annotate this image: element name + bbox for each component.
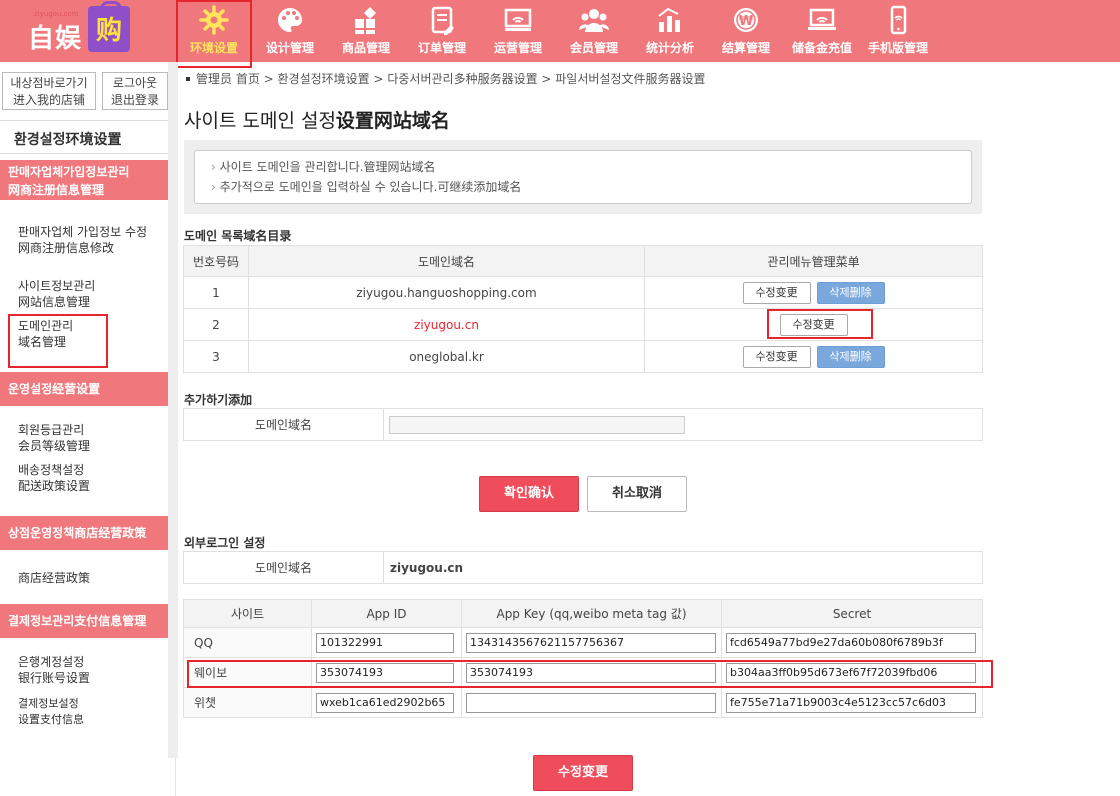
table-row: 1 ziyugou.hanguoshopping.com 수정变更 삭제删除 bbox=[183, 276, 983, 309]
breadcrumb: 管理员 首页 > 환경설정环境设置 > 다중서버관리多种服务器设置 > 파일서버… bbox=[186, 70, 706, 87]
row-number: 1 bbox=[183, 276, 249, 309]
svg-text:₩: ₩ bbox=[739, 14, 754, 29]
app-id-input[interactable] bbox=[316, 632, 454, 653]
domain-list-label: 도메인 목록域名目录 bbox=[184, 229, 292, 243]
info-panel: 사이트 도메인을 관리합니다.管理网站域名 추가적으로 도메인을 입력하실 수 … bbox=[184, 140, 982, 214]
go-to-store-button[interactable]: 내상점바로가기 进入我的店铺 bbox=[2, 72, 96, 110]
sidebar-item-site-info[interactable]: 사이트정보관리 网站信息管理 bbox=[18, 278, 158, 310]
domain-cell: oneglobal.kr bbox=[248, 340, 645, 373]
page-title: 사이트 도메인 설정设置网站域名 bbox=[184, 110, 450, 132]
app-key-input[interactable] bbox=[466, 632, 716, 653]
laptop-icon bbox=[808, 8, 836, 30]
main-nav: 环境设置 设计管理 商品管理 订单管理 运营管理 会员管理 统计分析 ₩ 结算管… bbox=[176, 0, 936, 68]
nav-orders[interactable]: 订单管理 bbox=[404, 0, 480, 62]
nav-reserve-topup[interactable]: 储备金充值 bbox=[784, 0, 860, 62]
highlight-box bbox=[767, 309, 873, 339]
nav-operations[interactable]: 运营管理 bbox=[480, 0, 556, 62]
chart-icon bbox=[658, 7, 680, 32]
external-login-table: 도메인域名 ziyugou.cn bbox=[183, 551, 983, 584]
gear-icon bbox=[199, 5, 229, 35]
site-name: QQ bbox=[183, 627, 312, 658]
column-header: App Key (qq,weibo meta tag 값) bbox=[461, 599, 722, 628]
logout-button[interactable]: 로그아웃 退出登录 bbox=[102, 72, 168, 110]
app-keys-table: 사이트 App ID App Key (qq,weibo meta tag 값)… bbox=[183, 599, 983, 718]
save-button[interactable]: 수정变更 bbox=[533, 755, 633, 791]
column-header: 관리메뉴管理菜单 bbox=[644, 245, 983, 277]
nav-statistics[interactable]: 统计分析 bbox=[632, 0, 708, 62]
delete-button[interactable]: 삭제删除 bbox=[816, 281, 885, 304]
logo[interactable]: ziyugou.com 自娱 购 bbox=[0, 0, 178, 62]
nav-design[interactable]: 设计管理 bbox=[252, 0, 328, 62]
sidebar-title: 환경설정环境设置 bbox=[0, 120, 168, 154]
members-icon bbox=[579, 9, 609, 32]
order-icon bbox=[431, 6, 454, 35]
site-name: 위챗 bbox=[183, 687, 312, 718]
confirm-button[interactable]: 확인确认 bbox=[479, 476, 579, 512]
monitor-icon bbox=[504, 8, 532, 31]
highlight-box bbox=[187, 660, 993, 688]
domain-cell: ziyugou.hanguoshopping.com bbox=[248, 276, 645, 309]
info-line: 사이트 도메인을 관리합니다.管理网站域名 bbox=[211, 157, 971, 177]
sidebar: 내상점바로가기 进入我的店铺 로그아웃 退出登录 환경설정环境设置 판매자업체가… bbox=[0, 62, 176, 796]
secret-input[interactable] bbox=[726, 632, 976, 653]
column-header: 번호号码 bbox=[183, 245, 249, 277]
app-key-input[interactable] bbox=[466, 692, 716, 713]
add-domain-label: 추가하기添加 bbox=[184, 393, 253, 407]
row-number: 2 bbox=[183, 308, 249, 341]
nav-settlement[interactable]: ₩ 结算管理 bbox=[708, 0, 784, 62]
delete-button[interactable]: 삭제删除 bbox=[816, 345, 885, 368]
nav-members[interactable]: 会员管理 bbox=[556, 0, 632, 62]
table-row: QQ bbox=[183, 627, 983, 658]
field-label: 도메인域名 bbox=[183, 408, 384, 441]
sidebar-item-bank-account[interactable]: 은행계정설정 银行账号设置 bbox=[18, 654, 158, 686]
sidebar-section-store-policy[interactable]: 상점운영정책商店经营政策 bbox=[0, 516, 168, 550]
sidebar-gutter bbox=[168, 62, 178, 758]
palette-icon bbox=[278, 8, 302, 32]
bullet-icon bbox=[186, 76, 190, 81]
column-header: Secret bbox=[721, 599, 983, 628]
phone-icon bbox=[890, 5, 907, 35]
won-icon: ₩ bbox=[734, 8, 758, 32]
info-line: 추가적으로 도메인을 입력하실 수 있습니다.可继续添加域名 bbox=[211, 177, 971, 197]
sidebar-item-shipping-policy[interactable]: 배송정책설정 配送政策设置 bbox=[18, 462, 158, 494]
column-header: 도메인域名 bbox=[248, 245, 645, 277]
nav-products[interactable]: 商品管理 bbox=[328, 0, 404, 62]
domain-cell: ziyugou.cn bbox=[248, 308, 645, 341]
cancel-button[interactable]: 취소取消 bbox=[587, 476, 687, 512]
add-domain-table: 도메인域名 bbox=[183, 408, 983, 441]
table-row: 위챗 bbox=[183, 687, 983, 718]
row-number: 3 bbox=[183, 340, 249, 373]
table-row: 3 oneglobal.kr 수정变更 삭제删除 bbox=[183, 340, 983, 373]
top-header: ziyugou.com 自娱 购 环境设置 设计管理 商品管理 订单管理 运营管… bbox=[0, 0, 1120, 68]
shopping-bag-icon: 购 bbox=[88, 1, 130, 52]
column-header: 사이트 bbox=[183, 599, 312, 628]
sidebar-item-member-level[interactable]: 회원등급관리 会员等级管理 bbox=[18, 422, 158, 454]
secret-input[interactable] bbox=[726, 692, 976, 713]
edit-button[interactable]: 수정变更 bbox=[742, 281, 811, 304]
nav-env-settings[interactable]: 环境设置 bbox=[176, 0, 252, 68]
external-login-label: 외부로그인 설정 bbox=[184, 536, 266, 550]
app-id-input[interactable] bbox=[316, 692, 454, 713]
sidebar-item-payment-settings[interactable]: 결제정보설정 设置支付信息 bbox=[18, 696, 158, 728]
logo-domain: ziyugou.com bbox=[34, 10, 79, 18]
nav-mobile[interactable]: 手机版管理 bbox=[860, 0, 936, 62]
sidebar-section-payment-info[interactable]: 결제정보관리支付信息管理 bbox=[0, 604, 168, 638]
shapes-icon bbox=[355, 7, 376, 34]
field-label: 도메인域名 bbox=[183, 551, 384, 584]
edit-button[interactable]: 수정变更 bbox=[742, 345, 811, 368]
sidebar-section-operations[interactable]: 운영설정经营设置 bbox=[0, 372, 168, 406]
logo-text: 自娱 bbox=[28, 24, 83, 54]
highlight-box bbox=[8, 314, 108, 368]
external-domain-value: ziyugou.cn bbox=[383, 551, 983, 584]
domain-input[interactable] bbox=[389, 415, 685, 434]
sidebar-item-seller-info-edit[interactable]: 판매자업체 가입정보 수정 网商注册信息修改 bbox=[18, 224, 158, 256]
column-header: App ID bbox=[311, 599, 462, 628]
sidebar-item-store-policy[interactable]: 商店经营政策 bbox=[18, 570, 158, 586]
